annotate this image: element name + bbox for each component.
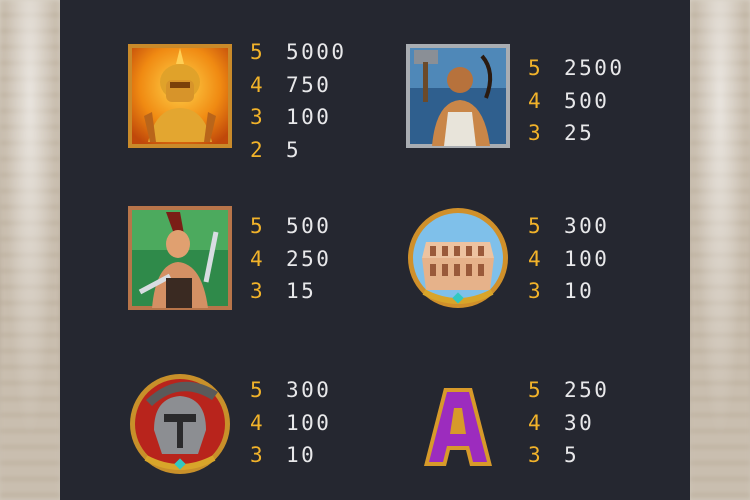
payout-value: 15: [286, 279, 317, 303]
pay-row: 3 15: [250, 275, 331, 308]
pay-row: 5 2500: [528, 52, 625, 85]
payout-value: 5: [286, 137, 302, 162]
sword-gladiator-icon: [126, 204, 234, 312]
payout-value: 100: [286, 105, 332, 129]
match-count: 4: [528, 246, 544, 271]
pay-row: 4 100: [250, 407, 331, 440]
pay-row: 4 500: [528, 85, 625, 118]
pay-row: 4 750: [250, 69, 347, 102]
payout-value: 30: [564, 410, 595, 435]
pay-row: 3 10: [528, 275, 609, 308]
pay-row: 4 30: [528, 407, 609, 440]
letter-a-icon: A: [404, 370, 512, 478]
payout-value: 500: [286, 214, 332, 238]
match-count: 5: [528, 378, 544, 402]
match-count: 5: [528, 56, 544, 80]
match-count: 3: [528, 279, 544, 303]
match-count: 3: [250, 279, 266, 303]
match-count: 5: [528, 214, 544, 238]
match-count: 5: [250, 378, 266, 402]
match-count: 5: [250, 214, 266, 238]
payout-value: 2500: [564, 56, 625, 80]
pay-row: 5 300: [250, 374, 331, 407]
pay-row: 3 25: [528, 117, 625, 150]
pay-row: 35: [528, 439, 609, 472]
background-arena-left: [0, 0, 60, 500]
pay-row: 4 250: [250, 243, 331, 276]
payout-value: 100: [564, 246, 610, 271]
match-count: 3: [528, 121, 544, 145]
pay-row: 3 100: [250, 101, 347, 134]
match-count: 3: [528, 443, 544, 467]
match-count: 4: [528, 410, 544, 435]
payout-value: 10: [564, 279, 595, 303]
pay-row: 4 100: [528, 243, 609, 276]
match-count: 2: [250, 137, 266, 162]
payout-value: 10: [286, 443, 317, 467]
payout-value: 250: [286, 246, 332, 271]
payout-value: 300: [564, 214, 610, 238]
hammer-gladiator-icon: [404, 42, 512, 150]
payout-value: 5000: [286, 40, 347, 64]
payout-value: 250: [564, 378, 610, 402]
pay-row: 3 10: [250, 439, 331, 472]
payout-value: 5: [564, 443, 580, 467]
payout-value: 300: [286, 378, 332, 402]
payout-value: 25: [564, 121, 595, 145]
match-count: 3: [250, 443, 266, 467]
match-count: 4: [250, 246, 266, 271]
match-count: 4: [528, 88, 544, 113]
helmet-icon: [126, 370, 234, 478]
background-arena-right: [690, 0, 750, 500]
match-count: 4: [250, 410, 266, 435]
pay-row: 5 250: [528, 374, 609, 407]
paytable-panel: 5 5000 4 750 3 100 25 5 2500 4 500 3 25 …: [60, 0, 690, 500]
match-count: 4: [250, 72, 266, 97]
match-count: 3: [250, 105, 266, 129]
payout-value: 750: [286, 72, 332, 97]
colosseum-icon: [404, 204, 512, 312]
letter-a-glyph: A: [404, 370, 405, 371]
pay-row: 5 300: [528, 210, 609, 243]
pay-row: 5 5000: [250, 36, 347, 69]
payout-value: 100: [286, 410, 332, 435]
pay-row: 25: [250, 134, 347, 167]
golden-spartan-icon: [126, 42, 234, 150]
payout-value: 500: [564, 88, 610, 113]
match-count: 5: [250, 40, 266, 64]
pay-row: 5 500: [250, 210, 331, 243]
